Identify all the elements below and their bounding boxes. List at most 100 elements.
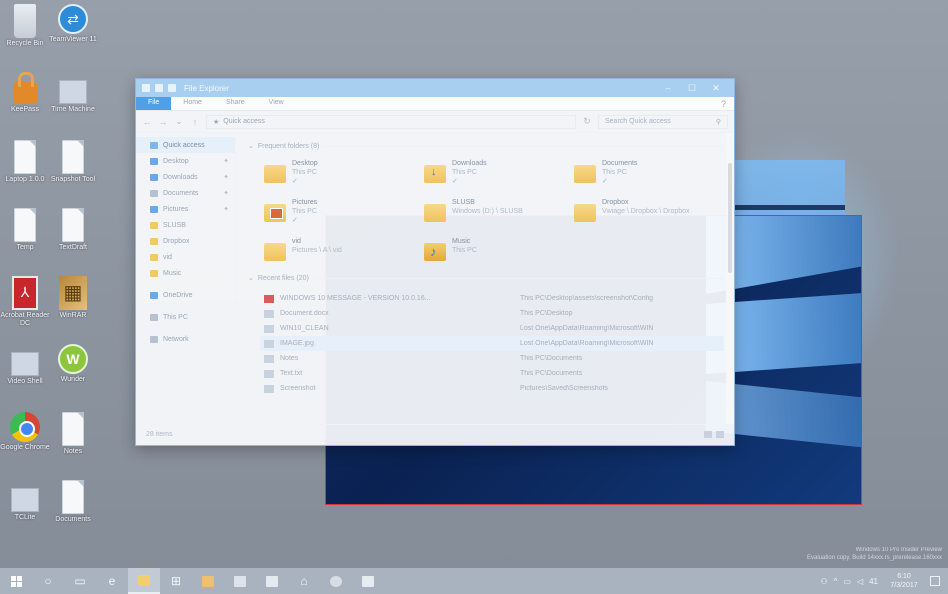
- volume-icon[interactable]: ◁: [857, 577, 863, 586]
- desktop-icon-recycle-bin[interactable]: Recycle Bin: [0, 4, 52, 48]
- chevron-down-icon[interactable]: ⌄: [174, 116, 184, 127]
- folder-tile-desktop[interactable]: Desktop This PC ✓: [264, 159, 424, 186]
- desktop-icon-textdraft[interactable]: TextDraft: [46, 208, 100, 252]
- desktop-icon-tclite[interactable]: TCLite: [0, 480, 52, 522]
- chevron-up-icon[interactable]: ^: [834, 577, 838, 586]
- desktop-icon-video-shell[interactable]: Video Shell: [0, 344, 52, 386]
- minimize-button[interactable]: –: [656, 83, 680, 94]
- start-button[interactable]: [0, 568, 32, 594]
- scrollbar-thumb[interactable]: [728, 163, 732, 273]
- action-center-icon[interactable]: [930, 576, 940, 586]
- help-icon[interactable]: ?: [713, 97, 734, 110]
- cortana-button[interactable]: ○: [32, 568, 64, 594]
- people-icon[interactable]: ⚇: [820, 577, 827, 586]
- taskbar-file-explorer[interactable]: [128, 568, 160, 594]
- back-arrow-icon[interactable]: ←: [142, 117, 152, 127]
- desktop-icon-label: Acrobat Reader DC: [0, 312, 50, 327]
- taskbar-app-3[interactable]: [352, 568, 384, 594]
- folder-tile-dropbox[interactable]: Dropbox Vwiage \ Dropbox \ Dropbox: [574, 198, 724, 225]
- title-bar[interactable]: File Explorer – ☐ ✕: [136, 79, 734, 97]
- taskbar-store[interactable]: ⊞: [160, 568, 192, 594]
- taskbar-photos[interactable]: [256, 568, 288, 594]
- desktop-icon-winrar[interactable]: WinRAR: [46, 276, 100, 320]
- desktop-icon-wunder[interactable]: Wunder: [46, 344, 100, 384]
- folder-tile-vid[interactable]: vid Pictures \ A \ vid: [264, 237, 424, 261]
- large-icons-view-icon[interactable]: [716, 431, 724, 438]
- up-arrow-icon[interactable]: ↑: [190, 117, 200, 127]
- desktop-icon-documents[interactable]: Documents: [46, 480, 100, 524]
- file-explorer-window[interactable]: File Explorer – ☐ ✕ File Home Share View…: [135, 78, 735, 446]
- list-item[interactable]: Notes This PC\Documents: [260, 351, 724, 366]
- nav-item-vid[interactable]: vid: [136, 249, 235, 265]
- taskbar-chrome[interactable]: [320, 568, 352, 594]
- folder-icon: [150, 253, 158, 261]
- nav-item-label: Desktop: [163, 157, 189, 165]
- pin-icon: ✓: [452, 178, 458, 185]
- folder-tile-documents[interactable]: Documents This PC ✓: [574, 159, 724, 186]
- nav-item-downloads[interactable]: Downloads ✦: [136, 169, 235, 185]
- desktop-icon-acrobat[interactable]: Acrobat Reader DC: [0, 276, 52, 328]
- forward-arrow-icon[interactable]: →: [158, 117, 168, 127]
- folder-tile-slusb[interactable]: SLUSB Windows (D:) \ SLUSB: [424, 198, 574, 225]
- taskbar-app-2[interactable]: [224, 568, 256, 594]
- nav-item-slusb[interactable]: SLUSB: [136, 217, 235, 233]
- folder-tile-pictures[interactable]: Pictures This PC ✓: [264, 198, 424, 225]
- details-view-icon[interactable]: [704, 431, 712, 438]
- close-button[interactable]: ✕: [704, 83, 728, 94]
- nav-item-music[interactable]: Music: [136, 265, 235, 281]
- tab-home[interactable]: Home: [171, 97, 214, 110]
- desktop-icon-notes[interactable]: Notes: [46, 412, 100, 456]
- desktop-icon-laptop[interactable]: Laptop 1.0.0: [0, 140, 52, 184]
- nav-item-dropbox[interactable]: Dropbox: [136, 233, 235, 249]
- desktop-icon-temp[interactable]: Temp: [0, 208, 52, 252]
- tab-share[interactable]: Share: [214, 97, 257, 110]
- nav-item-pictures[interactable]: Pictures ✦: [136, 201, 235, 217]
- nav-item-quick-access[interactable]: Quick access: [136, 137, 235, 153]
- language-indicator[interactable]: 41: [869, 577, 878, 586]
- address-bar[interactable]: ★ Quick access: [206, 114, 576, 129]
- new-folder-icon[interactable]: [168, 84, 176, 92]
- folder-tile-downloads[interactable]: Downloads This PC ✓: [424, 159, 574, 186]
- nav-item-this-pc[interactable]: This PC: [136, 309, 235, 325]
- vertical-scrollbar[interactable]: [726, 133, 734, 424]
- tab-file[interactable]: File: [136, 97, 172, 110]
- desktop-icon-time-machine[interactable]: Time Machine: [46, 72, 100, 114]
- task-view-button[interactable]: ▭: [64, 568, 96, 594]
- folder-tile-music[interactable]: Music This PC: [424, 237, 574, 261]
- network-icon[interactable]: ▭: [843, 577, 851, 586]
- search-input[interactable]: Search Quick access ⚲: [598, 114, 728, 129]
- list-item[interactable]: IMAGE.jpg Lost One\AppData\Roaming\Micros…: [260, 336, 724, 351]
- list-item[interactable]: WINDOWS 10 MESSAGE - VERSION 10.0.16... T…: [260, 291, 724, 306]
- nav-item-label: Dropbox: [163, 237, 190, 245]
- properties-icon[interactable]: [155, 84, 163, 92]
- taskbar-clock[interactable]: 6:10 7/3/2017: [884, 572, 924, 590]
- nav-item-onedrive[interactable]: OneDrive: [136, 287, 235, 303]
- frequent-folders-header[interactable]: ⌄ Frequent folders (8): [248, 139, 724, 153]
- desktop-icon-chrome[interactable]: Google Chrome: [0, 412, 52, 452]
- quick-access-toolbar[interactable]: [142, 84, 176, 92]
- list-item[interactable]: Text.txt This PC\Documents: [260, 366, 724, 381]
- network-icon: [150, 335, 158, 343]
- taskbar-paint[interactable]: ⌂: [288, 568, 320, 594]
- desktop-icon: [150, 157, 158, 165]
- nav-item-desktop[interactable]: Desktop ✦: [136, 153, 235, 169]
- folder-icon[interactable]: [142, 84, 150, 92]
- tab-view[interactable]: View: [257, 97, 296, 110]
- pin-icon: ✓: [292, 178, 298, 185]
- nav-item-network[interactable]: Network: [136, 331, 235, 347]
- folder-location: This PC: [292, 169, 317, 176]
- taskbar-app-1[interactable]: [192, 568, 224, 594]
- desktop-icon-snapshot[interactable]: Snapshot Tool: [46, 140, 100, 184]
- nav-item-documents[interactable]: Documents ✦: [136, 185, 235, 201]
- refresh-icon[interactable]: ↻: [582, 116, 592, 127]
- list-item[interactable]: Document.docx This PC\Desktop: [260, 306, 724, 321]
- list-item[interactable]: WIN10_CLEAN Lost One\AppData\Roaming\Micr…: [260, 321, 724, 336]
- taskbar-edge[interactable]: e: [96, 568, 128, 594]
- list-item[interactable]: Screenshot Pictures\Saved\Screenshots: [260, 381, 724, 396]
- desktop-icon-keepass[interactable]: KeePass: [0, 72, 52, 114]
- desktop-icon-teamviewer[interactable]: TeamViewer 11: [46, 4, 100, 44]
- maximize-button[interactable]: ☐: [680, 83, 704, 94]
- recent-files-header[interactable]: ⌄ Recent files (20): [248, 271, 724, 285]
- folder-location: Vwiage \ Dropbox \ Dropbox: [602, 208, 690, 215]
- file-name: IMAGE.jpg: [280, 340, 314, 347]
